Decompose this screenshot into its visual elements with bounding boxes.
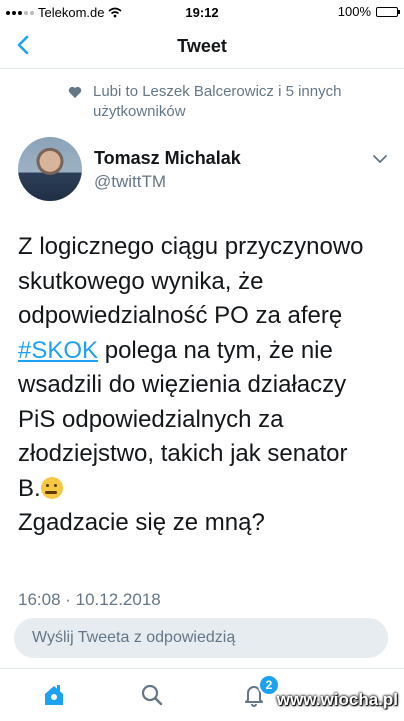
tweet-line: złodziejstwo, takich jak senator [18,440,348,467]
author-handle[interactable]: @twittTM [94,172,166,192]
status-bar: Telekom.de 19:12 100% [0,0,404,24]
hashtag-link[interactable]: #SKOK [18,337,98,364]
search-icon[interactable] [138,681,166,709]
battery-label: 100% [337,4,371,19]
tweet-timestamp: 16:08 · 10.12.2018 [18,590,161,609]
avatar[interactable] [18,137,82,201]
tweet-line: odpowiedzialność PO za aferę [18,302,343,329]
reply-input[interactable]: Wyślij Tweeta z odpowiedzią [14,618,388,658]
social-context-text: Lubi to Leszek Balcerowicz i 5 innych uż… [93,83,342,120]
nav-bar: Tweet [0,24,404,69]
battery-icon [376,6,400,17]
tweet-line-text: B. [18,474,41,502]
reply-placeholder: Wyślij Tweeta z odpowiedzią [32,629,236,646]
tweet-line: wsadzili do więzienia działaczy [18,371,347,398]
tweet-line: skutkowego wynika, że [18,267,264,295]
tweet-line: Z logicznego ciągu przyczynowo [18,233,364,260]
tweet-line: B. [18,472,392,507]
tweet-line: Zgadzacie się ze mną? [18,509,265,536]
thinking-face-emoji [40,476,63,499]
home-icon[interactable] [40,681,68,709]
social-context[interactable]: Lubi to Leszek Balcerowicz i 5 innych uż… [68,82,368,122]
tweet-line: PiS odpowiedzialnych za [18,405,284,433]
tweet-text: Z logicznego ciągu przyczynowo skutkoweg… [18,230,392,541]
page-title: Tweet [177,36,227,56]
author-name[interactable]: Tomasz Michalak [94,148,241,169]
tweet-line-rest: polega na tym, że nie [98,336,333,364]
watermark: www.wiocha.pl [276,690,398,709]
tweet-line: #SKOK polega na tym, że nie [18,334,392,369]
chevron-down-icon[interactable] [372,154,388,164]
